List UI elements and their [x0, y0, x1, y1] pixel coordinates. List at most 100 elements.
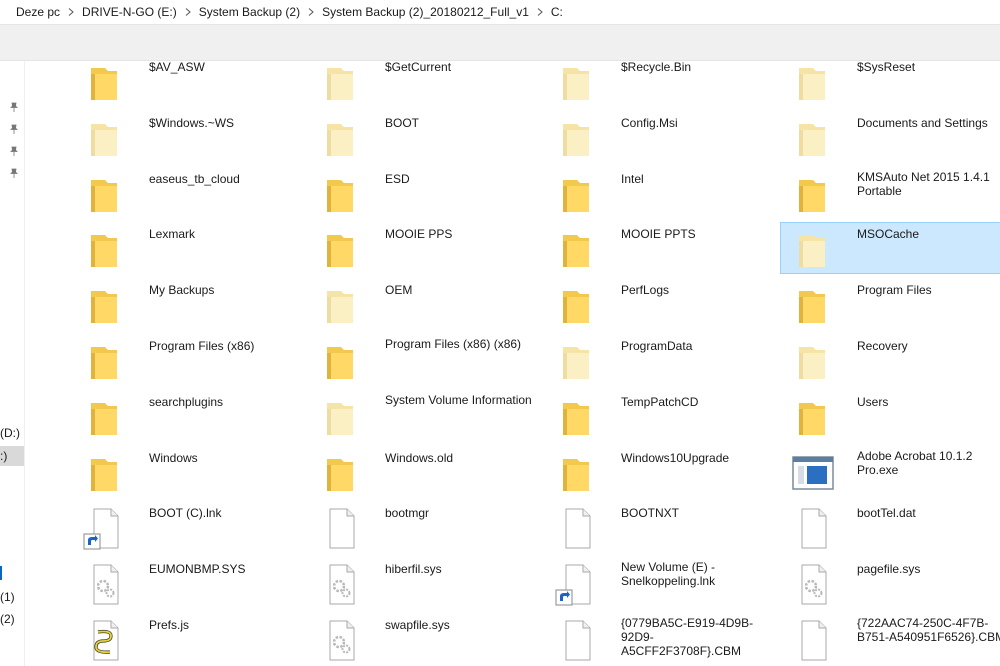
folder-icon [553, 116, 601, 160]
item-label: OEM [385, 283, 413, 297]
folder-item[interactable]: Program Files (x86) (x86) [308, 334, 540, 386]
folder-item[interactable]: System Volume Information [308, 390, 540, 442]
folder-item[interactable]: PerfLogs [544, 278, 776, 330]
file-item[interactable]: swapfile.sys [308, 613, 540, 665]
nav-item-2[interactable]: (2) [0, 612, 15, 626]
breadcrumb-item[interactable]: Deze pc [12, 5, 64, 19]
folder-icon [317, 116, 365, 160]
folder-item[interactable]: $Windows.~WS [72, 111, 304, 163]
file-item[interactable]: bootTel.dat [780, 501, 1000, 553]
folder-icon [553, 451, 601, 495]
folder-item[interactable]: BOOT [308, 111, 540, 163]
folder-item[interactable]: Intel [544, 167, 776, 219]
folder-item[interactable]: Lexmark [72, 222, 304, 274]
file-item[interactable]: BOOTNXT [544, 501, 776, 553]
folder-item[interactable]: Windows10Upgrade [544, 446, 776, 498]
folder-item[interactable]: TempPatchCD [544, 390, 776, 442]
item-label: BOOT (C).lnk [149, 506, 222, 520]
folder-item[interactable]: OEM [308, 278, 540, 330]
folder-icon [317, 395, 365, 439]
file-icon [553, 618, 601, 662]
folder-icon [553, 61, 601, 104]
folder-item[interactable]: Program Files (x86) [72, 334, 304, 386]
pin-icon[interactable] [8, 167, 20, 179]
item-label: My Backups [149, 283, 215, 297]
file-item[interactable]: EUMONBMP.SYS [72, 557, 304, 609]
item-label: $Recycle.Bin [621, 61, 692, 74]
folder-item[interactable]: ESD [308, 167, 540, 219]
file-item[interactable]: hiberfil.sys [308, 557, 540, 609]
item-label: bootmgr [385, 506, 430, 520]
folder-icon [81, 227, 129, 271]
breadcrumb-item[interactable]: C: [547, 5, 567, 19]
folder-item[interactable]: MSOCache [780, 222, 1000, 274]
folder-item[interactable]: $SysReset [780, 61, 1000, 107]
nav-item-1[interactable]: (1) [0, 590, 15, 604]
folder-item[interactable]: Documents and Settings [780, 111, 1000, 163]
nav-item-drive-c[interactable]: :) [0, 449, 7, 463]
file-item[interactable]: bootmgr [308, 501, 540, 553]
pin-icon[interactable] [8, 145, 20, 157]
breadcrumb: Deze pc DRIVE-N-GO (E:) System Backup (2… [0, 5, 567, 19]
chevron-right-icon[interactable] [64, 8, 78, 16]
breadcrumb-item[interactable]: System Backup (2) [195, 5, 304, 19]
chevron-right-icon[interactable] [181, 8, 195, 16]
pin-icon[interactable] [8, 101, 20, 113]
chevron-right-icon[interactable] [533, 8, 547, 16]
file-icon [553, 506, 601, 550]
breadcrumb-item[interactable]: System Backup (2)_20180212_Full_v1 [318, 5, 533, 19]
folder-item[interactable]: Config.Msi [544, 111, 776, 163]
folder-item[interactable]: ProgramData [544, 334, 776, 386]
item-label: easeus_tb_cloud [149, 172, 240, 186]
file-item[interactable]: New Volume (E) - Snelkoppeling.lnk [544, 557, 776, 609]
folder-icon [789, 61, 837, 104]
file-item[interactable]: {722AAC74-250C-4F7B-B751-A540951F6526}.C… [780, 613, 1000, 665]
folder-item[interactable]: KMSAuto Net 2015 1.4.1 Portable [780, 167, 1000, 219]
folder-icon [317, 283, 365, 327]
item-label: $GetCurrent [385, 61, 452, 74]
item-label: pagefile.sys [857, 562, 921, 576]
folder-icon [553, 283, 601, 327]
folder-item[interactable]: $Recycle.Bin [544, 61, 776, 107]
nav-item-drive-d[interactable]: (D:) [0, 426, 20, 440]
file-icon [789, 506, 837, 550]
folder-icon [81, 283, 129, 327]
chevron-right-icon[interactable] [304, 8, 318, 16]
folder-item[interactable]: easeus_tb_cloud [72, 167, 304, 219]
folder-item[interactable]: Users [780, 390, 1000, 442]
item-label: swapfile.sys [385, 618, 450, 632]
folder-item[interactable]: MOOIE PPTS [544, 222, 776, 274]
breadcrumb-item[interactable]: DRIVE-N-GO (E:) [78, 5, 181, 19]
item-label: BOOTNXT [621, 506, 680, 520]
file-item[interactable]: Prefs.js [72, 613, 304, 665]
item-label: ESD [385, 172, 410, 186]
folder-item[interactable]: MOOIE PPS [308, 222, 540, 274]
item-label: hiberfil.sys [385, 562, 442, 576]
file-item[interactable]: pagefile.sys [780, 557, 1000, 609]
file-item[interactable]: {0779BA5C-E919-4D9B-92D9-A5CFF2F3708F}.C… [544, 613, 776, 665]
folder-icon [789, 395, 837, 439]
item-label: KMSAuto Net 2015 1.4.1 Portable [857, 170, 990, 198]
folder-item[interactable]: Windows [72, 446, 304, 498]
script-icon [81, 618, 129, 662]
file-item[interactable]: BOOT (C).lnk [72, 501, 304, 553]
item-label: Program Files (x86) [149, 339, 255, 353]
navigation-pane[interactable]: (D:) :) (1) (2) [0, 61, 25, 666]
folder-icon [317, 339, 365, 383]
folder-item[interactable]: Windows.old [308, 446, 540, 498]
item-label: Windows [149, 451, 198, 465]
item-label: Program Files [857, 283, 932, 297]
folder-item[interactable]: Program Files [780, 278, 1000, 330]
folder-item[interactable]: $AV_ASW [72, 61, 304, 107]
item-label: ProgramData [621, 339, 693, 353]
address-bar[interactable]: Deze pc DRIVE-N-GO (E:) System Backup (2… [0, 0, 1000, 25]
file-item[interactable]: Adobe Acrobat 10.1.2 Pro.exe [780, 446, 1000, 498]
folder-item[interactable]: $GetCurrent [308, 61, 540, 107]
pin-icon[interactable] [8, 123, 20, 135]
file-grid[interactable]: $AV_ASW $GetCurrent $Recycle.Bin $SysReset $… [24, 61, 1000, 666]
item-label: Users [857, 395, 889, 409]
item-label: TempPatchCD [621, 395, 699, 409]
folder-item[interactable]: My Backups [72, 278, 304, 330]
folder-item[interactable]: Recovery [780, 334, 1000, 386]
folder-item[interactable]: searchplugins [72, 390, 304, 442]
